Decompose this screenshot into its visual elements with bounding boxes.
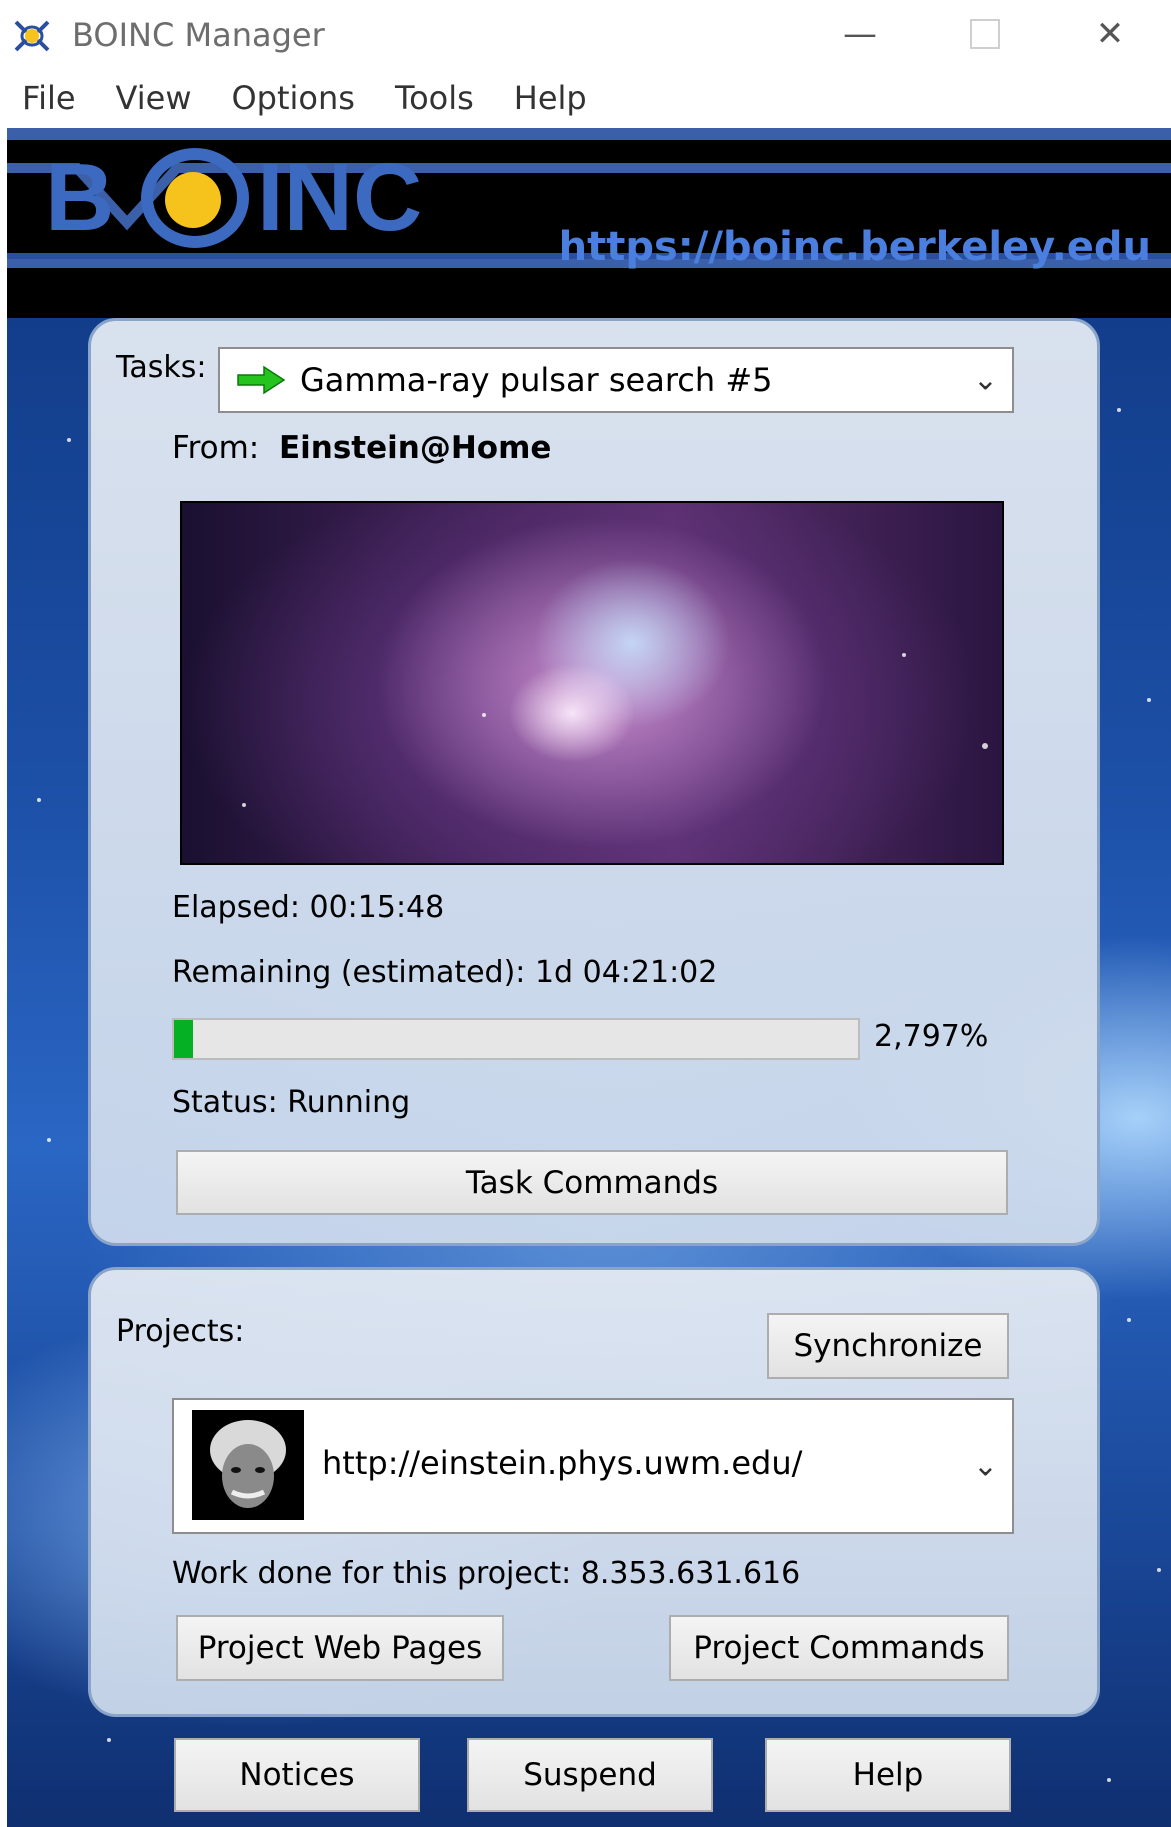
project-url: http://einstein.phys.uwm.edu/: [322, 1444, 803, 1482]
progress-percent: 2,797%: [874, 1019, 989, 1054]
title-bar: BOINC Manager — ✕: [0, 0, 1171, 68]
green-arrow-icon: [237, 365, 286, 395]
maximize-button[interactable]: [925, 0, 1045, 68]
project-work-done: Work done for this project: 8.353.631.61…: [172, 1556, 801, 1591]
menu-help[interactable]: Help: [494, 79, 607, 117]
from-value: Einstein@Home: [278, 430, 552, 466]
task-project-source: From: Einstein@Home: [172, 430, 551, 466]
elapsed-time: Elapsed: 00:15:48: [172, 890, 445, 925]
projects-label: Projects:: [116, 1314, 245, 1349]
remaining-time: Remaining (estimated): 1d 04:21:02: [172, 955, 718, 990]
tasks-label: Tasks:: [116, 350, 207, 385]
window-title: BOINC Manager: [72, 16, 325, 54]
menu-file[interactable]: File: [0, 79, 96, 117]
menu-options[interactable]: Options: [211, 79, 374, 117]
menu-view[interactable]: View: [96, 79, 212, 117]
chevron-down-icon: ⌄: [972, 362, 998, 398]
project-web-pages-button[interactable]: Project Web Pages: [176, 1615, 504, 1681]
project-selector[interactable]: http://einstein.phys.uwm.edu/ ⌄: [172, 1398, 1014, 1534]
menu-bar: File View Options Tools Help: [0, 68, 1171, 128]
boinc-app-icon: [14, 20, 50, 52]
svg-text:INC: INC: [257, 144, 422, 251]
suspend-button[interactable]: Suspend: [467, 1738, 713, 1812]
project-slideshow-image: [180, 501, 1004, 865]
project-commands-button[interactable]: Project Commands: [669, 1615, 1009, 1681]
chevron-down-icon: ⌄: [972, 1448, 998, 1484]
boinc-logo: B INC: [7, 128, 1171, 268]
minimize-button[interactable]: —: [800, 0, 920, 68]
close-button[interactable]: ✕: [1050, 0, 1170, 68]
task-progress-fill: [174, 1020, 194, 1058]
help-button[interactable]: Help: [765, 1738, 1011, 1812]
task-selector[interactable]: Gamma-ray pulsar search #5 ⌄: [218, 347, 1014, 413]
synchronize-button[interactable]: Synchronize: [767, 1313, 1009, 1379]
project-logo: [192, 1410, 304, 1520]
boinc-url-link[interactable]: https://boinc.berkeley.edu: [559, 224, 1151, 270]
from-label: From:: [172, 430, 260, 466]
header-banner: B INC https://boinc.berkeley.edu: [7, 128, 1171, 318]
task-commands-button[interactable]: Task Commands: [176, 1150, 1008, 1215]
notices-button[interactable]: Notices: [174, 1738, 420, 1812]
task-status: Status: Running: [172, 1085, 411, 1120]
menu-tools[interactable]: Tools: [375, 79, 494, 117]
svg-text:B: B: [45, 144, 114, 251]
task-selected-name: Gamma-ray pulsar search #5: [300, 361, 773, 399]
task-progress-bar: [172, 1018, 860, 1060]
maximize-icon: [970, 19, 1000, 49]
minimize-icon: —: [843, 14, 877, 54]
close-icon: ✕: [1095, 14, 1125, 54]
